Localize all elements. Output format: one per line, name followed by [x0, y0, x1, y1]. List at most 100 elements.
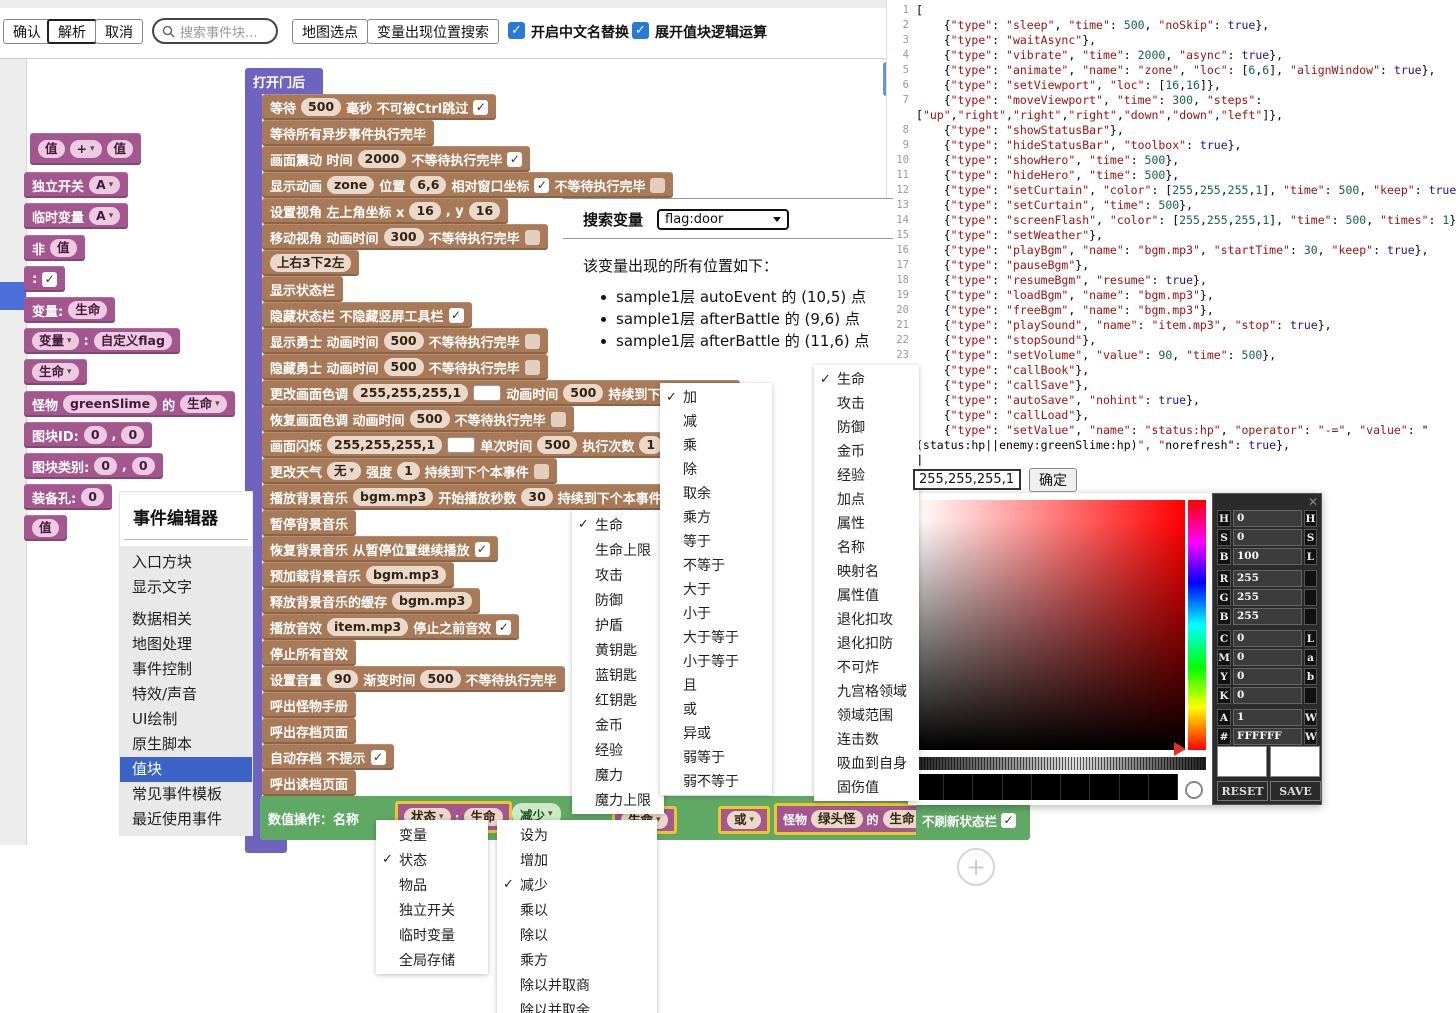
menu-item-乘方[interactable]: 乘方 [660, 505, 772, 529]
unit-toggle[interactable]: L [1304, 548, 1317, 565]
statement-hideHero[interactable]: 隐藏勇士 动画时间500不等待执行完毕✓ [262, 354, 548, 380]
menu-item-减少[interactable]: ✓减少 [497, 872, 657, 897]
value-field[interactable]: 500 [384, 332, 424, 350]
checkbox-unchecked[interactable]: ✓ [525, 360, 540, 375]
statement-showHero[interactable]: 显示勇士 动画时间500不等待执行完毕✓ [262, 328, 548, 354]
statement-stopSound[interactable]: 停止所有音效 [262, 640, 356, 666]
menu-item-临时变量[interactable]: 临时变量 [376, 922, 488, 947]
statement-pauseBgm[interactable]: 暂停背景音乐 [262, 510, 356, 536]
field-value-input[interactable]: 255 [1233, 608, 1302, 625]
value-field[interactable]: 500 [410, 410, 450, 428]
sidebar-item-地图处理[interactable]: 地图处理 [120, 632, 252, 657]
statement-moveViewport[interactable]: 移动视角 动画时间300不等待执行完毕✓ [262, 224, 548, 250]
palette-circle-button[interactable] [1185, 781, 1203, 799]
unit-toggle[interactable]: S [1304, 529, 1317, 546]
checkbox-checked[interactable]: ✓ [475, 542, 490, 557]
menu-item-除以并取余[interactable]: 除以并取余 [497, 997, 657, 1013]
value-field[interactable]: 300 [384, 228, 424, 246]
value-block-independent-switch[interactable]: 独立开关A▾ [24, 172, 128, 198]
palette-cell[interactable] [1061, 774, 1090, 800]
checkbox-checked[interactable]: ✓ [42, 272, 57, 287]
value-field[interactable]: 6,6 [410, 176, 446, 194]
value-field[interactable]: 500 [301, 98, 341, 116]
sidebar-item-数据相关[interactable]: 数据相关 [120, 607, 252, 632]
value-field[interactable]: 0 [121, 426, 144, 444]
value-field[interactable]: 上右3下2左 [270, 254, 351, 272]
sidebar-item-事件控制[interactable]: 事件控制 [120, 657, 252, 682]
checkbox-unchecked[interactable]: ✓ [650, 178, 665, 193]
statement-screenFlash[interactable]: 画面闪烁255,255,255,1单次时间500执行次数1 [262, 432, 670, 458]
value-field[interactable]: 255,255,255,1 [327, 436, 442, 454]
value-field[interactable]: 1 [639, 436, 662, 454]
menu-item-九宫格领域[interactable]: 九宫格领域 [814, 679, 919, 703]
menu-item-乘以[interactable]: 乘以 [497, 897, 657, 922]
value-field[interactable]: 值 [50, 239, 77, 257]
palette-cell[interactable] [1149, 774, 1178, 800]
value-field[interactable]: 500 [384, 358, 424, 376]
close-icon[interactable]: ✕ [1308, 495, 1318, 509]
statement-playSound[interactable]: 播放音效item.mp3停止之前音效✓ [262, 614, 519, 640]
field-value-input[interactable]: 0 [1233, 687, 1302, 704]
menu-item-魔力[interactable]: 魔力 [572, 762, 664, 787]
menu-item-变量[interactable]: 变量 [376, 822, 488, 847]
menu-item-等于[interactable]: 等于 [660, 529, 772, 553]
menu-item-大于等于[interactable]: 大于等于 [660, 625, 772, 649]
var-search-button[interactable]: 变量出现位置搜索 [367, 19, 499, 44]
value-field[interactable]: 16 [469, 202, 500, 220]
menu-item-吸血到自身[interactable]: 吸血到自身 [814, 751, 919, 775]
menu-item-领域范围[interactable]: 领域范围 [814, 703, 919, 727]
statement-resumeBgm[interactable]: 恢复背景音乐 从暂停位置继续播放✓ [262, 536, 498, 562]
menu-item-不等于[interactable]: 不等于 [660, 553, 772, 577]
value-field[interactable]: greenSlime [63, 395, 157, 413]
menu-item-红钥匙[interactable]: 红钥匙 [572, 687, 664, 712]
menu-item-攻击[interactable]: 攻击 [572, 562, 664, 587]
value-field[interactable]: 自定义flag [94, 332, 172, 350]
menu-item-名称[interactable]: 名称 [814, 535, 919, 559]
unit-toggle[interactable] [1304, 570, 1317, 587]
value-field[interactable]: item.mp3 [327, 618, 408, 636]
menu-item-除以并取商[interactable]: 除以并取商 [497, 972, 657, 997]
value-block-value[interactable]: 值 [24, 515, 67, 541]
reset-button[interactable]: RESET [1217, 781, 1268, 801]
field-value-input[interactable]: 0 [1233, 510, 1302, 527]
unit-toggle[interactable]: L [1304, 630, 1317, 647]
menu-item-蓝钥匙[interactable]: 蓝钥匙 [572, 662, 664, 687]
palette-cell[interactable] [944, 774, 973, 800]
statement-callLoad[interactable]: 呼出读档页面 [262, 770, 356, 796]
menu-item-小于等于[interactable]: 小于等于 [660, 649, 772, 673]
menu-item-弱不等于[interactable]: 弱不等于 [660, 769, 772, 793]
value-field[interactable]: 绿头怪 [811, 810, 863, 828]
palette-cell[interactable] [973, 774, 1002, 800]
menu-item-护盾[interactable]: 护盾 [572, 612, 664, 637]
checkbox-checked[interactable]: ✓ [473, 100, 488, 115]
saturation-brightness-grid[interactable] [915, 500, 1185, 750]
variable-select[interactable]: flag:door [657, 209, 789, 230]
value-field[interactable]: 500 [537, 436, 577, 454]
statement-freeBgm[interactable]: 释放背景音乐的缓存bgm.mp3 [262, 588, 480, 614]
menu-item-属性[interactable]: 属性 [814, 511, 919, 535]
statement-callBook[interactable]: 呼出怪物手册 [262, 692, 356, 718]
field-value-input[interactable]: 0 [1233, 668, 1302, 685]
dropdown-field[interactable]: 或▾ [727, 811, 761, 829]
checkbox-checked[interactable]: ✓ [534, 178, 549, 193]
statement-viewport-steps[interactable]: 上右3下2左 [262, 250, 359, 276]
menu-item-固伤值[interactable]: 固伤值 [814, 775, 919, 799]
unit-toggle[interactable]: H [1304, 510, 1317, 527]
field-value-input[interactable]: 100 [1233, 548, 1302, 565]
statement-playBgm[interactable]: 播放背景音乐bgm.mp3开始播放秒数30持续到下个本事件✓ [262, 484, 690, 510]
field-value-input[interactable]: FFFFFF [1233, 728, 1302, 745]
parse-button[interactable]: 解析 [47, 19, 97, 44]
menu-item-属性值[interactable]: 属性值 [814, 583, 919, 607]
menu-item-小于[interactable]: 小于 [660, 601, 772, 625]
zoom-in-button[interactable]: + [957, 848, 995, 886]
checkbox-checked[interactable]: ✓ [371, 750, 386, 765]
sidebar-item-入口方块[interactable]: 入口方块 [120, 550, 252, 575]
menu-item-设为[interactable]: 设为 [497, 822, 657, 847]
menu-item-生命[interactable]: ✓生命 [572, 512, 664, 537]
value-field[interactable]: 500 [563, 384, 603, 402]
value-field[interactable]: 30 [521, 488, 552, 506]
unit-toggle[interactable] [1304, 608, 1317, 625]
menu-item-弱等于[interactable]: 弱等于 [660, 745, 772, 769]
sidebar-item-原生脚本[interactable]: 原生脚本 [120, 732, 252, 757]
sidebar-item-常见事件模板[interactable]: 常见事件模板 [120, 782, 252, 807]
